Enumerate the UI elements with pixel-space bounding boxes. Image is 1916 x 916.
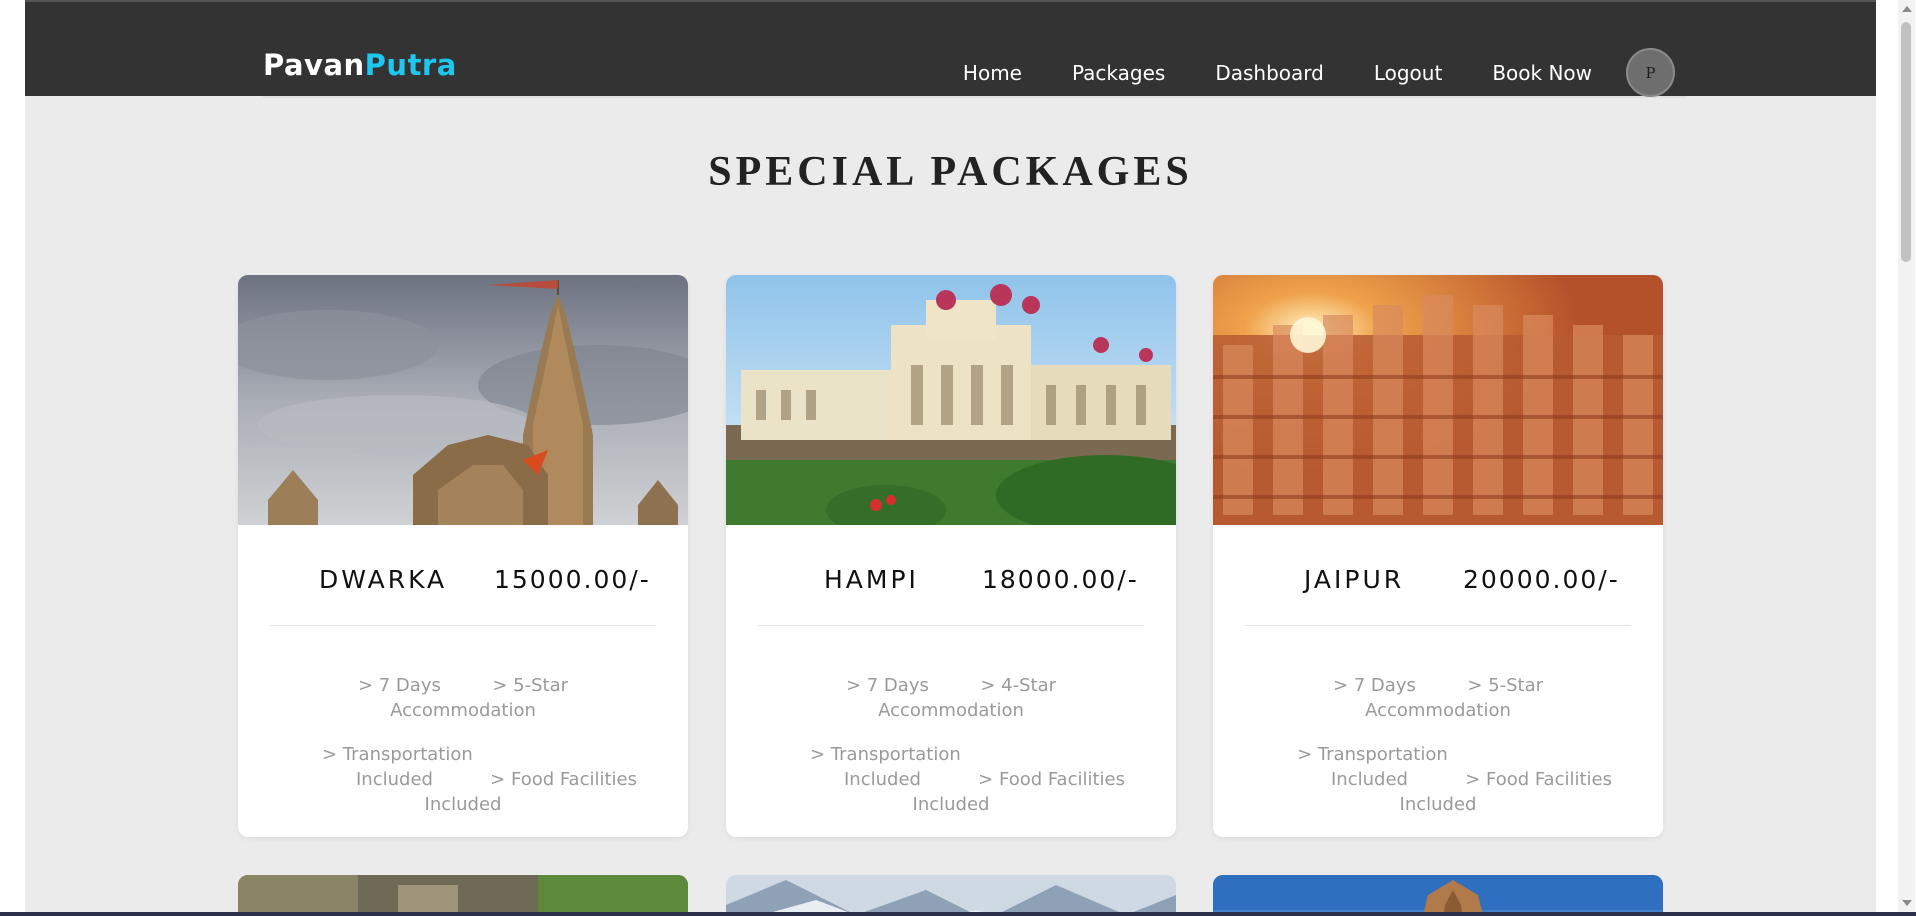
vertical-scrollbar[interactable] [1876, 0, 1916, 916]
package-features: > 7 Days > 5-Star Accommodation > Transp… [1213, 673, 1663, 817]
feature-food: > Food Facilities [1465, 769, 1613, 790]
navbar-inner: PavanPutra Home Packages Dashboard Logou… [263, 2, 1687, 98]
feature-stars: > 5-Star [492, 675, 569, 696]
package-features: > 7 Days > 5-Star Accommodation > Transp… [238, 673, 688, 817]
package-price: 15000.00/- [494, 565, 651, 594]
main-nav: Home Packages Dashboard Logout Book Now … [913, 48, 1675, 97]
nav-book-now-link[interactable]: Book Now [1492, 50, 1592, 96]
feature-duration: > 7 Days [845, 675, 929, 696]
package-card-peek-3[interactable] [1213, 875, 1663, 916]
package-price: 18000.00/- [982, 565, 1139, 594]
package-title-row: DWARKA 15000.00/- [238, 565, 688, 605]
feature-food: > Food Facilities [978, 769, 1126, 790]
logo-text-putra: Putra [364, 48, 457, 82]
feature-accommodation: Accommodation [1365, 700, 1511, 721]
feature-duration: > 7 Days [357, 675, 441, 696]
feature-food-included: Included [1399, 794, 1477, 815]
package-card-peek-2[interactable] [726, 875, 1176, 916]
card-divider [270, 625, 656, 626]
nav-home-link[interactable]: Home [963, 50, 1022, 96]
feature-transportation: > Transportation [1297, 744, 1448, 765]
page-title: SPECIAL PACKAGES [708, 149, 1193, 195]
package-image-partial [238, 875, 688, 916]
feature-transport-included: Included [844, 769, 921, 790]
package-name: HAMPI [824, 565, 919, 594]
nav-dashboard-link[interactable]: Dashboard [1215, 50, 1324, 96]
card-divider [1245, 625, 1631, 626]
feature-duration: > 7 Days [1332, 675, 1416, 696]
scrollbar-thumb[interactable] [1901, 22, 1911, 262]
package-title-row: HAMPI 18000.00/- [726, 565, 1176, 605]
feature-transport-included: Included [1331, 769, 1408, 790]
package-card-peek-1[interactable] [238, 875, 688, 916]
nav-logout-link[interactable]: Logout [1374, 50, 1442, 96]
feature-stars: > 5-Star [1467, 675, 1544, 696]
nav-packages-link[interactable]: Packages [1072, 50, 1165, 96]
feature-accommodation: Accommodation [878, 700, 1024, 721]
feature-stars: > 4-Star [980, 675, 1057, 696]
feature-transport-included: Included [356, 769, 433, 790]
package-name: DWARKA [319, 565, 448, 594]
package-features: > 7 Days > 4-Star Accommodation > Transp… [726, 673, 1176, 817]
jaipur-hawa-mahal-image [1213, 275, 1663, 525]
feature-food-included: Included [912, 794, 990, 815]
user-avatar[interactable]: P [1626, 48, 1675, 97]
feature-transportation: > Transportation [322, 744, 473, 765]
top-navbar: PavanPutra Home Packages Dashboard Logou… [25, 0, 1876, 98]
window-bottom-edge [0, 912, 1916, 916]
feature-food: > Food Facilities [490, 769, 638, 790]
package-price: 20000.00/- [1463, 565, 1620, 594]
feature-food-included: Included [424, 794, 502, 815]
dwarka-temple-image [238, 275, 688, 525]
package-image-partial [726, 875, 1176, 916]
scroll-up-arrow-icon[interactable] [1902, 6, 1912, 12]
package-card-hampi[interactable]: HAMPI 18000.00/- > 7 Days > 4-Star Accom… [726, 275, 1176, 837]
feature-transportation: > Transportation [810, 744, 961, 765]
browser-viewport: PavanPutra Home Packages Dashboard Logou… [0, 0, 1916, 916]
card-divider [758, 625, 1144, 626]
package-card-dwarka[interactable]: DWARKA 15000.00/- > 7 Days > 5-Star Acco… [238, 275, 688, 837]
package-card-jaipur[interactable]: JAIPUR 20000.00/- > 7 Days > 5-Star Acco… [1213, 275, 1663, 837]
scroll-down-arrow-icon[interactable] [1902, 900, 1912, 906]
package-title-row: JAIPUR 20000.00/- [1213, 565, 1663, 605]
page-content: PavanPutra Home Packages Dashboard Logou… [25, 0, 1876, 916]
site-logo[interactable]: PavanPutra [263, 48, 457, 82]
package-image-partial [1213, 875, 1663, 916]
feature-accommodation: Accommodation [390, 700, 536, 721]
logo-text-pavan: Pavan [263, 48, 365, 82]
hampi-palace-image [726, 275, 1176, 525]
package-name: JAIPUR [1304, 565, 1405, 594]
